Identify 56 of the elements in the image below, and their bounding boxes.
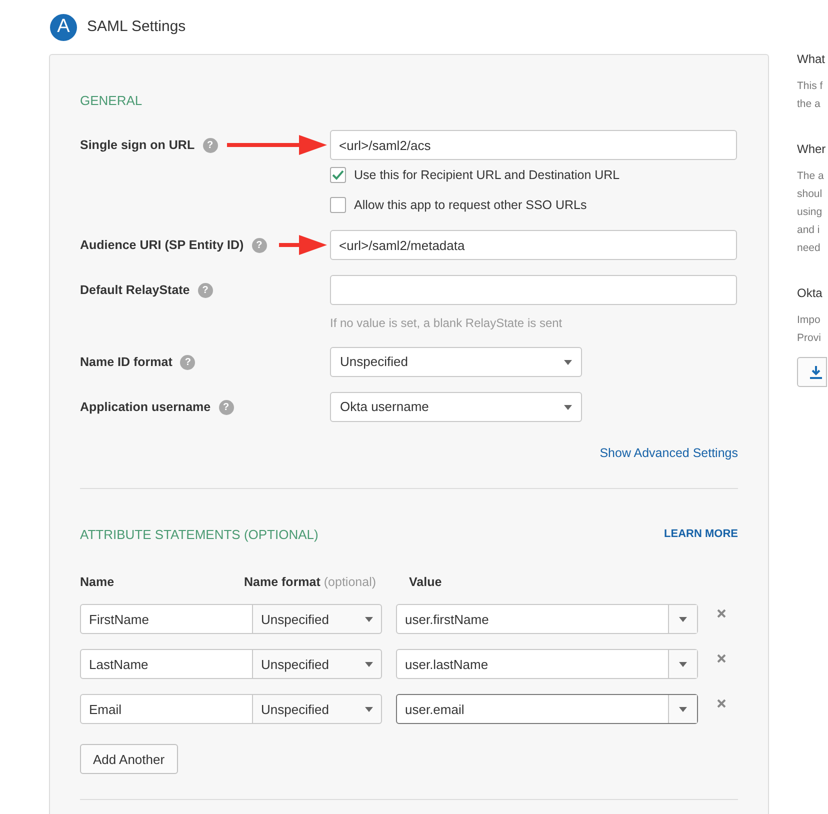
caret-icon [564,360,572,364]
field-label: Name ID format [80,354,172,371]
field-label: Audience URI (SP Entity ID) [80,236,244,254]
name-field[interactable]: LastName [80,649,253,680]
section-badge: A [50,14,77,40]
learn-more-link[interactable]: LEARN MORE [664,526,738,543]
sidebar-text: This f the a [797,79,823,112]
sidebar-text: The a shoul using and i need [797,169,824,256]
value-combobox[interactable]: user.email [396,694,698,724]
remove-button[interactable] [717,654,726,663]
close-icon [717,608,726,618]
value-combobox[interactable]: user.firstName [396,604,698,634]
text-field[interactable]: <url>/saml2/acs [330,130,737,160]
sidebar-heading: Okta [797,285,822,302]
format-dropdown[interactable]: Unspecified [253,604,382,634]
field-label: Single sign on URL [80,136,195,154]
advanced-settings-link[interactable]: Show Advanced Settings [600,444,738,463]
checkbox[interactable] [330,167,346,183]
caret-icon [679,616,687,622]
sidebar-text: Impo Provi [797,313,821,346]
caret-icon [365,706,373,712]
format-dropdown[interactable]: Unspecified [253,694,382,724]
caret-icon [365,662,373,667]
close-icon [717,654,726,663]
remove-button[interactable] [717,608,726,618]
value-combobox[interactable]: user.lastName [396,649,698,680]
text-field[interactable] [330,275,737,305]
remove-button[interactable] [717,698,726,708]
column-header: Name format (optional) [244,574,378,591]
field-label: Default RelayState [80,282,190,299]
caret-icon [365,616,373,622]
field-label: Application username [80,398,211,416]
section-heading: GENERAL [80,92,144,110]
sidebar-heading: Wher [797,141,826,158]
column-header: Value [409,574,443,590]
checkbox-label: Use this for Recipient URL and Destination URL [354,166,620,184]
download-button[interactable] [797,357,827,387]
close-icon [717,698,726,708]
section-heading: ATTRIBUTE STATEMENTS (OPTIONAL) [80,526,318,544]
caret-icon [679,706,687,712]
checkbox[interactable] [330,197,346,213]
name-field[interactable]: FirstName [80,604,253,634]
text-field[interactable]: <url>/saml2/metadata [330,230,737,260]
name-field[interactable]: Email [80,694,253,724]
dropdown[interactable]: Unspecified [330,347,582,377]
caret-icon [564,404,572,410]
section-title: SAML Settings [87,16,186,37]
add-another-button[interactable]: Add Another [80,744,178,774]
download-icon [810,366,822,378]
sidebar-heading: What [797,51,826,68]
dropdown[interactable]: Okta username [330,392,582,422]
checkbox-label: Allow this app to request other SSO URLs [354,196,587,214]
caret-icon [679,662,687,667]
format-dropdown[interactable]: Unspecified [253,649,382,680]
field-hint: If no value is set, a blank RelayState is sent [330,315,564,332]
column-header: Name [80,574,116,590]
